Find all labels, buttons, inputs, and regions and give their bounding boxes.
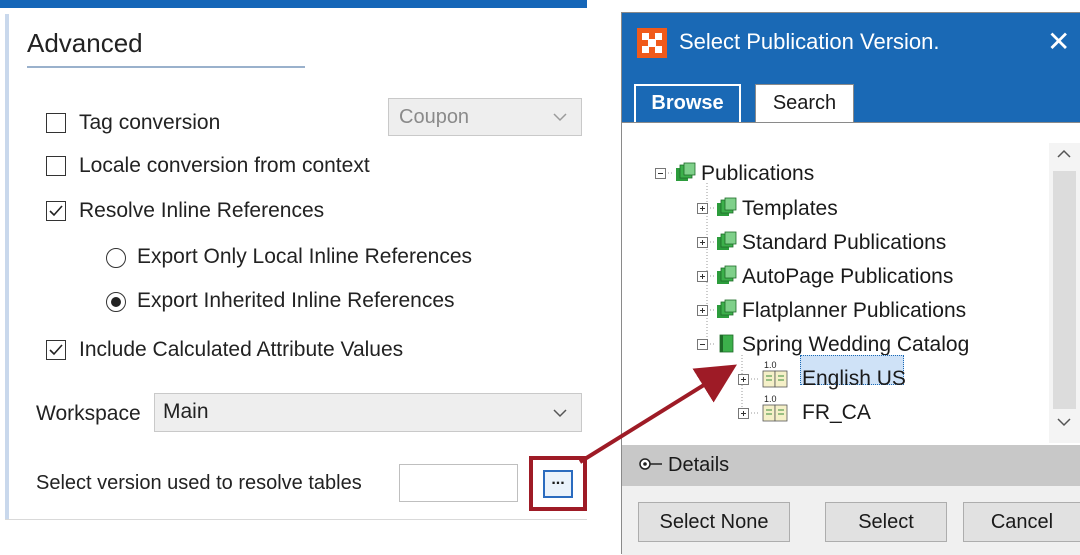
scrollbar-thumb[interactable]	[1053, 171, 1076, 409]
details-label: Details	[668, 454, 730, 476]
section-title: Advanced	[27, 28, 143, 58]
checkmark-icon	[49, 344, 63, 356]
expand-toggle[interactable]	[738, 374, 749, 385]
chevron-down-icon[interactable]	[1057, 417, 1071, 427]
version-book-icon: 1.0	[762, 360, 788, 388]
export-inherited-radio[interactable]	[106, 292, 126, 312]
include-calculated-checkbox[interactable]	[46, 340, 66, 360]
expand-details-icon	[639, 458, 662, 470]
expand-toggle[interactable]	[697, 237, 708, 248]
ellipsis-button-face: ...	[543, 470, 573, 498]
panel-bottom-border	[5, 519, 587, 520]
locale-conversion-checkbox[interactable]	[46, 156, 66, 176]
export-inherited-label: Export Inherited Inline References	[137, 289, 455, 312]
chevron-up-icon[interactable]	[1057, 149, 1071, 159]
resolve-inline-label: Resolve Inline References	[79, 199, 325, 222]
tree-item-spring-wedding-catalog[interactable]: Spring Wedding Catalog	[742, 333, 969, 357]
tree-item-templates[interactable]: Templates	[742, 197, 838, 221]
checkmark-icon	[49, 205, 63, 217]
tree-item-fr-ca[interactable]: FR_CA	[802, 401, 871, 425]
export-local-label: Export Only Local Inline References	[137, 245, 473, 268]
version-badge: 1.0	[764, 360, 777, 370]
cancel-button[interactable]: Cancel	[963, 502, 1080, 542]
tree-item-standard-publications[interactable]: Standard Publications	[742, 231, 946, 255]
select-none-button[interactable]: Select None	[638, 502, 790, 542]
dialog-button-bar: Select None Select Cancel	[622, 486, 1080, 555]
close-icon[interactable]: ✕	[1047, 25, 1070, 58]
chevron-down-icon	[553, 409, 567, 418]
chevron-down-icon	[553, 113, 567, 122]
publications-folder-icon	[717, 231, 737, 250]
coupon-select[interactable]: Coupon	[388, 98, 582, 136]
expand-toggle[interactable]	[738, 408, 749, 419]
coupon-select-value: Coupon	[399, 106, 470, 128]
select-button[interactable]: Select	[825, 502, 947, 542]
tag-conversion-label: Tag conversion	[79, 111, 221, 134]
tree-item-flatplanner-publications[interactable]: Flatplanner Publications	[742, 299, 966, 323]
publications-folder-icon	[717, 197, 737, 216]
app-logo-icon	[637, 28, 667, 58]
expand-toggle[interactable]	[697, 271, 708, 282]
dialog-titlebar: Select Publication Version. ✕	[622, 13, 1080, 73]
version-badge: 1.0	[764, 394, 777, 404]
resolve-inline-checkbox[interactable]	[46, 201, 66, 221]
collapse-toggle[interactable]	[697, 339, 708, 350]
version-input[interactable]	[399, 464, 518, 502]
tab-strip: Browse Search	[622, 73, 1080, 122]
tree-item-autopage-publications[interactable]: AutoPage Publications	[742, 265, 953, 289]
tree-item-english-us[interactable]: English US	[802, 367, 906, 391]
panel-left-border	[5, 14, 9, 519]
tab-browse[interactable]: Browse	[634, 84, 741, 122]
publications-folder-icon	[676, 162, 696, 181]
panel-top-border	[0, 0, 587, 8]
tab-search[interactable]: Search	[755, 84, 854, 122]
details-expander[interactable]: Details	[622, 445, 1080, 486]
tree-scrollbar[interactable]	[1049, 143, 1080, 443]
dialog-title: Select Publication Version.	[679, 29, 940, 54]
workspace-select[interactable]: Main	[154, 393, 582, 432]
publication-book-icon	[719, 334, 734, 353]
publication-tree: Publications Templates Standard Publicat…	[622, 122, 1080, 446]
include-calculated-label: Include Calculated Attribute Values	[79, 338, 404, 361]
workspace-label: Workspace	[36, 402, 141, 425]
select-publication-dialog: Select Publication Version. ✕ Browse Sea…	[621, 12, 1080, 555]
section-title-underline	[27, 66, 305, 68]
version-label: Select version used to resolve tables	[36, 472, 362, 494]
publications-folder-icon	[717, 299, 737, 318]
version-book-icon: 1.0	[762, 394, 788, 422]
tag-conversion-checkbox[interactable]	[46, 113, 66, 133]
tree-item-publications[interactable]: Publications	[701, 162, 814, 186]
expand-toggle[interactable]	[697, 305, 708, 316]
export-local-radio[interactable]	[106, 248, 126, 268]
expand-toggle[interactable]	[697, 203, 708, 214]
collapse-toggle[interactable]	[655, 168, 666, 179]
locale-conversion-label: Locale conversion from context	[79, 154, 370, 177]
radio-selected-dot	[110, 296, 121, 307]
publications-folder-icon	[717, 265, 737, 284]
workspace-select-value: Main	[163, 400, 209, 423]
browse-version-button[interactable]: ...	[529, 456, 587, 511]
